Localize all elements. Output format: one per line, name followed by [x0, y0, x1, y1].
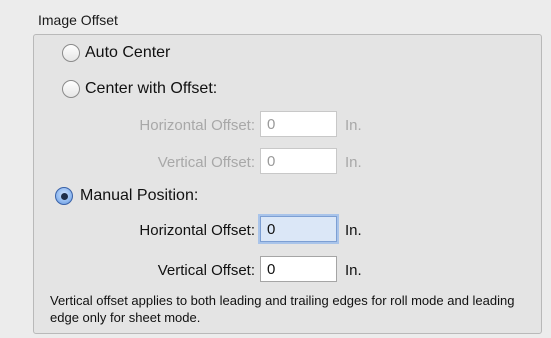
center-vertical-offset-field[interactable] — [260, 148, 337, 174]
center-horizontal-offset-label: Horizontal Offset: — [139, 117, 255, 134]
auto-center-radio[interactable] — [62, 44, 80, 62]
center-horizontal-unit: In. — [345, 117, 362, 134]
manual-horizontal-unit: In. — [345, 222, 362, 239]
manual-vertical-offset-label: Vertical Offset: — [157, 262, 255, 279]
manual-position-label[interactable]: Manual Position: — [80, 187, 198, 205]
radio-selected-dot — [60, 192, 68, 200]
center-with-offset-label[interactable]: Center with Offset: — [85, 80, 217, 98]
center-with-offset-radio[interactable] — [62, 80, 80, 98]
group-title: Image Offset — [38, 12, 118, 28]
image-offset-panel: Image Offset Auto Center Center with Off… — [0, 0, 551, 338]
manual-horizontal-offset-label: Horizontal Offset: — [139, 222, 255, 239]
center-vertical-unit: In. — [345, 154, 362, 171]
manual-position-radio[interactable] — [55, 187, 73, 205]
manual-vertical-unit: In. — [345, 262, 362, 279]
center-horizontal-offset-field[interactable] — [260, 111, 337, 137]
manual-horizontal-offset-field[interactable] — [260, 216, 337, 242]
auto-center-label[interactable]: Auto Center — [85, 44, 170, 62]
offset-note: Vertical offset applies to both leading … — [50, 293, 515, 325]
group-box — [33, 34, 542, 334]
manual-vertical-offset-field[interactable] — [260, 256, 337, 282]
center-vertical-offset-label: Vertical Offset: — [157, 154, 255, 171]
